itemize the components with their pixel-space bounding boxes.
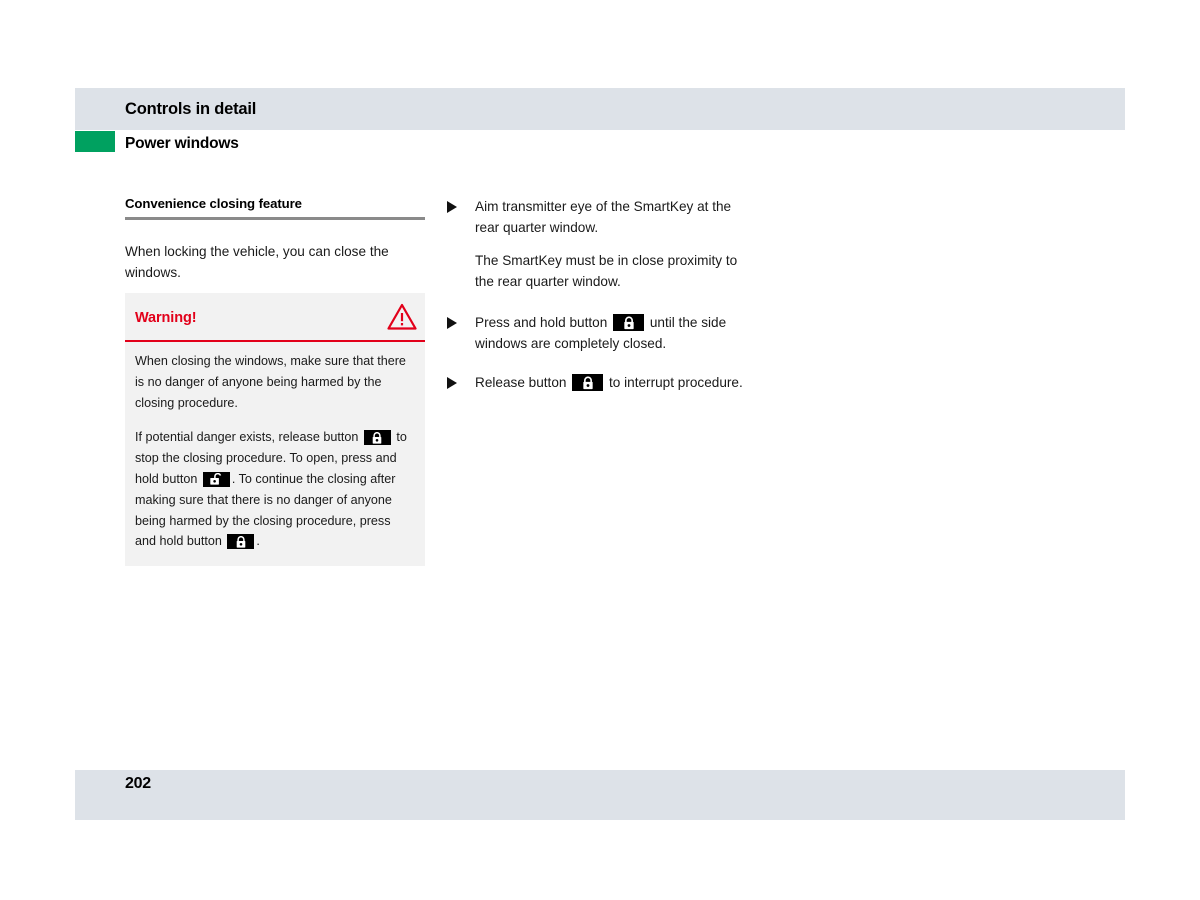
bullet-1-text: Aim transmitter eye of the SmartKey at t… bbox=[475, 199, 732, 235]
warning-header: Warning! bbox=[125, 293, 425, 340]
warning-box: Warning! When closing the windows, make … bbox=[125, 293, 425, 567]
triangle-right-bullet-icon-2 bbox=[447, 317, 457, 329]
lock-open-button-icon[interactable] bbox=[202, 471, 230, 487]
bullet-item-3: Release button to interrupt procedure. bbox=[447, 372, 747, 393]
manual-page: Controls in detail Power windows Conveni… bbox=[0, 0, 1200, 900]
intro-paragraph: When locking the vehicle, you can close … bbox=[125, 244, 389, 280]
warning-triangle-icon bbox=[387, 303, 417, 330]
triangle-right-bullet-icon-3 bbox=[447, 377, 457, 389]
lock-closed-button-icon[interactable] bbox=[363, 430, 391, 446]
bullet-2-text-before: Press and hold button bbox=[475, 315, 608, 330]
smartkey-note: The SmartKey must be in close proximity … bbox=[475, 253, 738, 289]
heading-rule bbox=[125, 217, 425, 220]
bullet-3-text-after: to interrupt procedure. bbox=[609, 375, 743, 390]
warning-p2-text-4: . bbox=[256, 534, 260, 549]
bullet-item-2: Press and hold button until the side win… bbox=[447, 312, 747, 354]
triangle-right-bullet-icon bbox=[447, 201, 457, 213]
warning-body: When closing the windows, make sure that… bbox=[125, 342, 425, 552]
bullet-3-content: Release button to interrupt procedure. bbox=[475, 374, 743, 391]
right-column: Aim transmitter eye of the SmartKey at t… bbox=[447, 196, 747, 411]
section-title: Power windows bbox=[125, 135, 239, 152]
warning-label: Warning! bbox=[135, 310, 197, 326]
warning-paragraph-1: When closing the windows, make sure that… bbox=[135, 354, 406, 410]
page-number: 202 bbox=[125, 775, 151, 792]
note-paragraph-wrapper: The SmartKey must be in close proximity … bbox=[447, 250, 747, 292]
section-color-tab bbox=[75, 131, 115, 152]
warning-paragraph-2: If potential danger exists, release butt… bbox=[135, 427, 415, 552]
bullet-item-1: Aim transmitter eye of the SmartKey at t… bbox=[447, 196, 747, 238]
lock-closed-button-icon-3[interactable] bbox=[613, 314, 645, 331]
left-column: Convenience closing feature When locking… bbox=[125, 196, 425, 283]
lock-closed-button-icon-4[interactable] bbox=[572, 374, 604, 391]
lock-closed-button-icon-2[interactable] bbox=[227, 534, 255, 550]
subsection-heading: Convenience closing feature bbox=[125, 196, 302, 211]
warning-p2-text-1: If potential danger exists, release butt… bbox=[135, 430, 359, 445]
footer-band bbox=[75, 770, 1125, 820]
bullet-3-text-before: Release button bbox=[475, 375, 567, 390]
chapter-title: Controls in detail bbox=[125, 100, 257, 118]
bullet-2-content: Press and hold button until the side win… bbox=[475, 314, 726, 351]
